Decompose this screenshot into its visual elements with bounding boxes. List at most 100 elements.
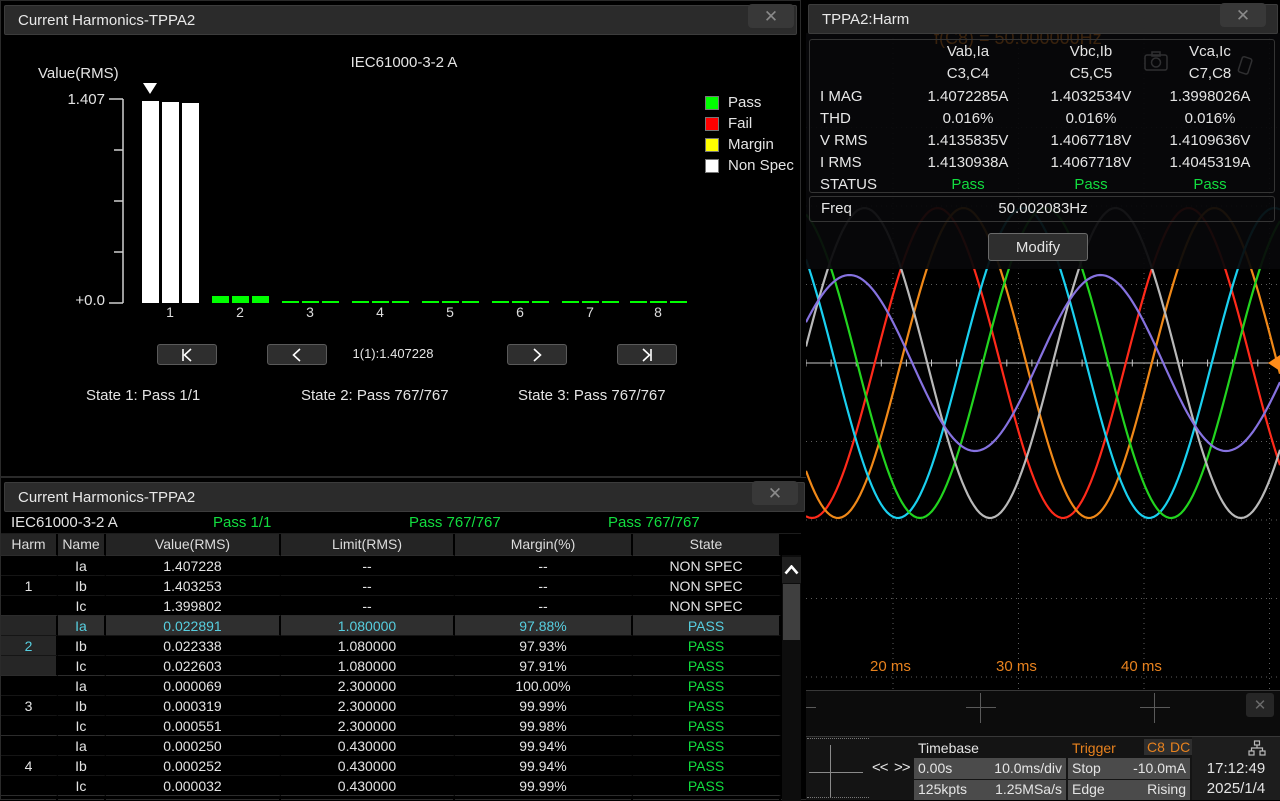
column-header[interactable]: Margin(%) — [455, 534, 633, 555]
harm-cell — [1, 775, 58, 795]
legend-item: Fail — [705, 113, 794, 134]
legend-item: Pass — [705, 92, 794, 113]
time-label-40ms: 40 ms — [1121, 658, 1162, 675]
data-cell: 97.91% — [455, 655, 633, 675]
freq-row: Freq 50.002083Hz — [809, 196, 1275, 222]
cursor-marker-1[interactable] — [966, 693, 996, 723]
harmonics-table-body[interactable]: Ia1.407228----NON SPEC1Ib1.403253----NON… — [1, 555, 781, 801]
harmonics-bar-plot[interactable] — [1, 1, 801, 303]
harmonic-bar — [670, 301, 687, 303]
legend-swatch — [705, 159, 719, 173]
harmonic-bar — [142, 101, 159, 303]
table-window-titlebar[interactable]: Current Harmonics-TPPA2 — [4, 482, 805, 512]
table-window-close-button[interactable]: ✕ — [752, 481, 798, 505]
harm-cell: 1 — [1, 575, 58, 595]
harm-cell — [1, 615, 58, 635]
legend-swatch — [705, 96, 719, 110]
state-cell: PASS — [633, 735, 781, 755]
data-cell: 99.99% — [455, 695, 633, 715]
state1-summary: State 1: Pass 1/1 — [86, 387, 200, 404]
harm-cell — [1, 795, 58, 801]
data-cell: Ia — [58, 675, 106, 695]
timebase-block[interactable]: Timebase 0.00s 10.0ms/div 125kpts 1.25MS… — [914, 737, 1066, 800]
scroll-right-button[interactable]: >> — [894, 759, 910, 776]
data-cell: 99.94% — [455, 755, 633, 775]
data-cell: 1.080000 — [281, 655, 455, 675]
harmonic-bar — [442, 301, 459, 303]
strip-close-button[interactable]: ✕ — [1246, 693, 1274, 717]
table-row[interactable]: Ic0.0000320.43000099.99%PASS — [1, 775, 781, 795]
trigger-level-marker[interactable] — [1268, 355, 1280, 371]
data-cell: Ic — [58, 715, 106, 735]
x-axis-tick-label: 6 — [510, 304, 530, 320]
table-row[interactable]: Ia1.407228----NON SPEC — [1, 555, 781, 575]
harm-status-value: Pass — [900, 176, 1036, 193]
next-harmonic-button[interactable] — [507, 344, 567, 365]
trigger-coupling-badge: DC — [1168, 739, 1192, 755]
harmonic-bar — [352, 301, 369, 303]
trigger-label: Trigger — [1072, 740, 1116, 756]
data-cell: 2.300000 — [281, 675, 455, 695]
table-row[interactable]: Ia0.0000351.14000099.97%PASS — [1, 795, 781, 801]
first-harmonic-button[interactable] — [157, 344, 217, 365]
data-cell: 0.430000 — [281, 775, 455, 795]
data-cell: 2.300000 — [281, 695, 455, 715]
harm-row-label: STATUS — [820, 176, 877, 193]
freq-label: Freq — [821, 200, 852, 217]
column-header[interactable]: State — [633, 534, 781, 555]
reference-crosshair-box[interactable] — [807, 738, 869, 798]
harm-panel-titlebar[interactable]: TPPA2:Harm — [808, 4, 1278, 34]
data-cell: 0.022891 — [106, 615, 281, 635]
table-row[interactable]: Ic0.0226031.08000097.91%PASS — [1, 655, 781, 675]
timebase-points: 125kpts — [918, 781, 967, 797]
table-scrollbar[interactable] — [782, 555, 801, 801]
cursor-marker-2[interactable] — [1140, 693, 1170, 723]
scrollbar-thumb[interactable] — [783, 584, 800, 640]
data-cell: 0.022338 — [106, 635, 281, 655]
harm-measurement-value: 0.016% — [1142, 110, 1278, 127]
harm-cell — [1, 675, 58, 695]
harm-cell — [1, 595, 58, 615]
column-header[interactable]: Name — [58, 534, 106, 555]
column-header[interactable]: Limit(RMS) — [281, 534, 455, 555]
table-row[interactable]: 1Ib1.403253----NON SPEC — [1, 575, 781, 595]
clock-block: 17:12:49 2025/1/4 — [1192, 737, 1280, 800]
clock-date: 2025/1/4 — [1192, 780, 1280, 797]
legend-label: Fail — [728, 115, 752, 132]
scroll-up-button[interactable] — [782, 557, 801, 583]
freq-value: 50.002083Hz — [913, 200, 1173, 217]
state-cell: NON SPEC — [633, 595, 781, 615]
harm-measurement-value: 1.4045319A — [1142, 154, 1278, 171]
data-cell: -- — [281, 595, 455, 615]
data-cell: Ic — [58, 595, 106, 615]
state-cell: PASS — [633, 615, 781, 635]
standard-summary-row: IEC61000-3-2 A Pass 1/1 Pass 767/767 Pas… — [1, 510, 801, 534]
table-row[interactable]: Ia0.0000692.300000100.00%PASS — [1, 675, 781, 695]
last-harmonic-button[interactable] — [617, 344, 677, 365]
timebase-samplerate: 1.25MSa/s — [995, 781, 1062, 797]
x-axis-tick-label: 8 — [648, 304, 668, 320]
table-row[interactable]: 3Ib0.0003192.30000099.99%PASS — [1, 695, 781, 715]
harm-status-value: Pass — [1142, 176, 1278, 193]
legend-item: Margin — [705, 134, 794, 155]
table-row[interactable]: Ic1.399802----NON SPEC — [1, 595, 781, 615]
table-row[interactable]: 4Ib0.0002520.43000099.94%PASS — [1, 755, 781, 775]
data-cell: Ic — [58, 775, 106, 795]
data-cell: -- — [281, 555, 455, 575]
table-row[interactable]: Ia0.0002500.43000099.94%PASS — [1, 735, 781, 755]
harm-panel-close-button[interactable]: ✕ — [1220, 3, 1266, 27]
table-row[interactable]: Ia0.0228911.08000097.88%PASS — [1, 615, 781, 635]
harmonic-position-label: 1(1):1.407228 — [333, 346, 453, 361]
prev-harmonic-button[interactable] — [267, 344, 327, 365]
scroll-left-button[interactable]: << — [872, 759, 888, 776]
table-row[interactable]: 2Ib0.0223381.08000097.93%PASS — [1, 635, 781, 655]
column-header[interactable]: Value(RMS) — [106, 534, 281, 555]
trigger-block[interactable]: Trigger C8 DC Stop -10.0mA Edge Rising — [1068, 737, 1190, 800]
lan-network-icon[interactable] — [1248, 740, 1266, 756]
legend-label: Non Spec — [728, 157, 794, 174]
column-header[interactable]: Harm — [1, 534, 58, 555]
state-cell: NON SPEC — [633, 555, 781, 575]
table-row[interactable]: Ic0.0005512.30000099.98%PASS — [1, 715, 781, 735]
harm-cell — [1, 735, 58, 755]
modify-button[interactable]: Modify — [988, 233, 1088, 261]
